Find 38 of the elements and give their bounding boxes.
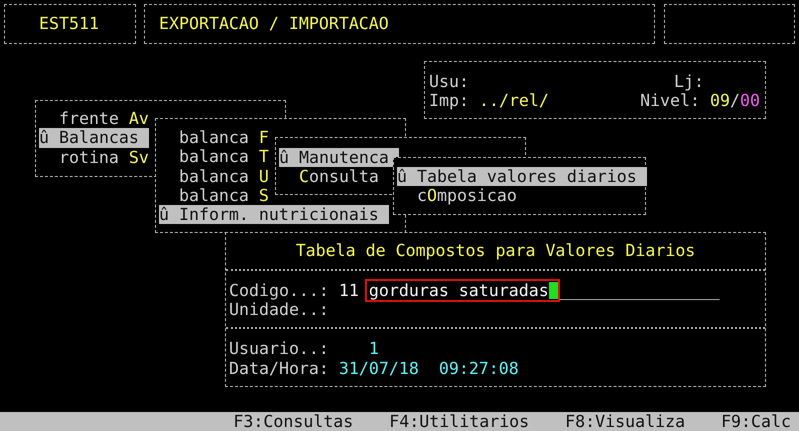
level-label: Nivel: bbox=[640, 91, 700, 111]
function-key-hint[interactable]: F3:Consultas bbox=[233, 412, 354, 431]
date-value: 31/07/18 bbox=[338, 358, 419, 378]
menu-item[interactable]: û Manutenca bbox=[279, 148, 399, 168]
function-key-hint[interactable]: F8:Visualiza bbox=[565, 412, 686, 431]
menu-item[interactable]: û Tabela valores diarios bbox=[397, 167, 647, 186]
text-cursor bbox=[548, 282, 558, 299]
screen-title: EXPORTACAO / IMPORTACAO bbox=[159, 14, 389, 34]
menu-item[interactable]: balanca S bbox=[159, 186, 279, 206]
form-title: Tabela de Compostos para Valores Diarios bbox=[296, 241, 696, 261]
input-field[interactable]: gorduras saturadas bbox=[364, 278, 560, 302]
menu-item[interactable]: û Balancas bbox=[39, 128, 149, 148]
program-code: EST511 bbox=[39, 14, 99, 34]
function-key-hint[interactable]: F4:Utilitarios bbox=[389, 412, 530, 431]
printer-path: ../rel/ bbox=[478, 91, 549, 111]
store-label: Lj: bbox=[674, 72, 704, 92]
unit-label: Unidade..: bbox=[229, 300, 329, 320]
function-key-hint[interactable]: F9:Calc bbox=[721, 412, 791, 431]
time-value: 09:27:08 bbox=[438, 358, 519, 378]
menu-item[interactable]: frente Av bbox=[39, 109, 159, 128]
menu-item[interactable]: balanca U bbox=[159, 166, 279, 186]
menu-item[interactable]: balanca T bbox=[159, 147, 279, 167]
date-time-label: Data/Hora: bbox=[229, 358, 329, 378]
menu-item[interactable]: cOmposicao bbox=[397, 186, 527, 206]
code-label: Codigo...: bbox=[229, 280, 329, 300]
user-label: Usu: bbox=[429, 72, 469, 92]
menu-item[interactable]: û Inform. nutricionais bbox=[159, 205, 389, 224]
code-value: 11 bbox=[338, 280, 359, 300]
menu-item[interactable]: balanca F bbox=[159, 128, 279, 148]
store-level: 00 bbox=[740, 91, 760, 111]
printer-label: Imp: bbox=[429, 91, 469, 111]
field-fill-line: ________________ bbox=[560, 280, 720, 300]
user-level: 09 bbox=[710, 91, 730, 111]
level-separator: / bbox=[730, 91, 740, 111]
menu-item[interactable]: rotina Sv bbox=[39, 148, 159, 167]
menu-item[interactable]: Consulta bbox=[279, 167, 389, 187]
user-value: 1 bbox=[368, 339, 379, 359]
user-label: Usuario..: bbox=[229, 339, 329, 359]
